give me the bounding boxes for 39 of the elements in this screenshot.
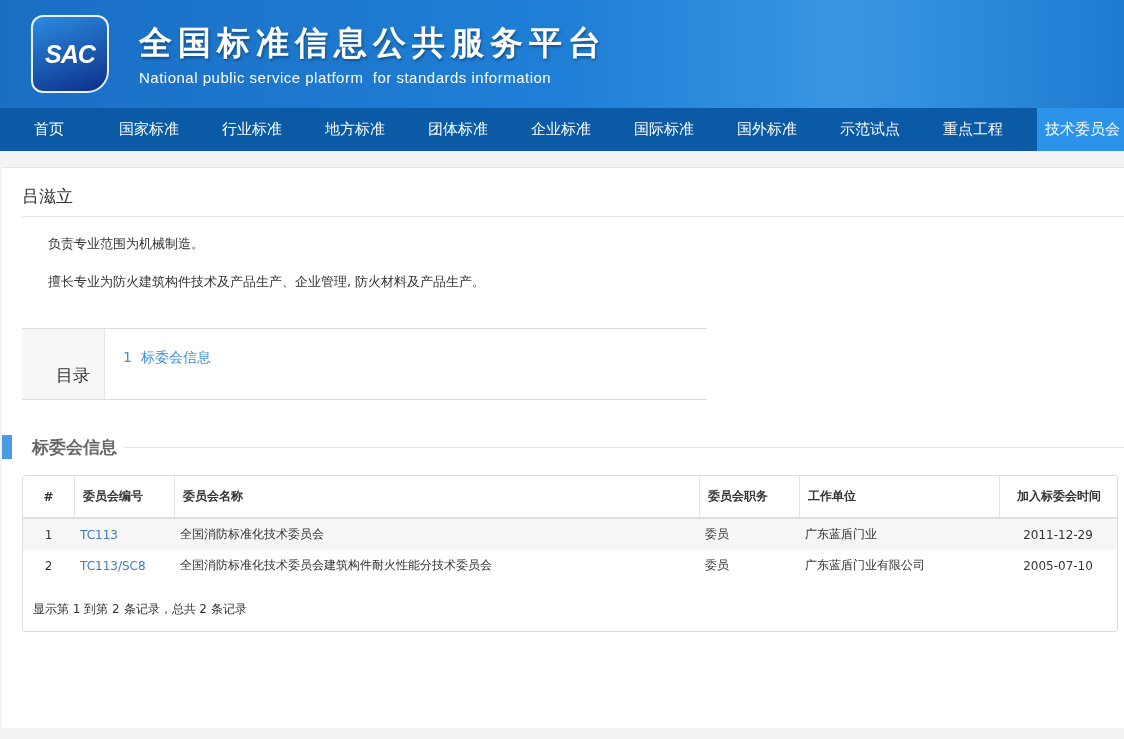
paragraph: 擅长专业为防火建筑构件技术及产品生产、企业管理, 防火材料及产品生产。 [48, 273, 487, 291]
table-cell-text: 全国消防标准化技术委员会 [179, 526, 325, 543]
nav-tab[interactable]: 国家标准 [97, 108, 200, 151]
pagination-info: 显示第 1 到第 2 条记录，总共 2 条记录 [32, 601, 248, 618]
column-header: 工作单位 [799, 476, 999, 517]
column-header: 加入标委会时间 [999, 476, 1117, 517]
column-header: # [42, 488, 55, 506]
committee-link[interactable]: TC113 [74, 519, 174, 550]
table-cell-text: 全国消防标准化技术委员会建筑构件耐火性能分技术委员会 [179, 557, 493, 574]
table-cell-text: 1 [43, 526, 54, 544]
table-cell-text: 广东蓝盾门业有限公司 [804, 557, 926, 574]
site-subtitle: National public service platform for standards information [139, 68, 553, 86]
toc-link[interactable]: 1 标委会信息 [123, 349, 211, 365]
nav-tab[interactable]: 国外标准 [715, 108, 818, 151]
site-title: 全国标准信息公共服务平台 [139, 22, 607, 63]
person-name: 吕滋立 [22, 168, 1124, 217]
table-cell-text: 广东蓝盾门业 [804, 526, 878, 543]
nav-tab[interactable]: 地方标准 [303, 108, 406, 151]
table-cell-text: 2011-12-29 [1022, 526, 1094, 544]
table-cell-text: 委员 [704, 557, 730, 574]
nav-tab[interactable]: 示范试点 [818, 108, 921, 151]
toc-label: 目录 [22, 329, 105, 399]
column-header: 委员会名称 [174, 476, 699, 517]
section-marker [2, 435, 12, 459]
table-cell-text: 2 [43, 557, 54, 575]
nav-tab[interactable]: 首页 [0, 108, 97, 151]
table-cell-text: 2005-07-10 [1022, 557, 1094, 575]
logo: SAC [31, 15, 109, 93]
nav-tab[interactable]: 企业标准 [509, 108, 612, 151]
nav-tab[interactable]: 行业标准 [200, 108, 303, 151]
column-header: 委员会职务 [699, 476, 799, 517]
column-header: 委员会编号 [74, 476, 174, 517]
section-title: 标委会信息 [32, 435, 117, 459]
nav-tab[interactable]: 重点工程 [921, 108, 1024, 151]
nav-tab[interactable]: 国际标准 [612, 108, 715, 151]
paragraph: 负责专业范围为机械制造。 [48, 235, 205, 253]
table-cell-text: 委员 [704, 526, 730, 543]
committee-link[interactable]: TC113/SC8 [74, 550, 174, 581]
nav-tab[interactable]: 团体标准 [406, 108, 509, 151]
